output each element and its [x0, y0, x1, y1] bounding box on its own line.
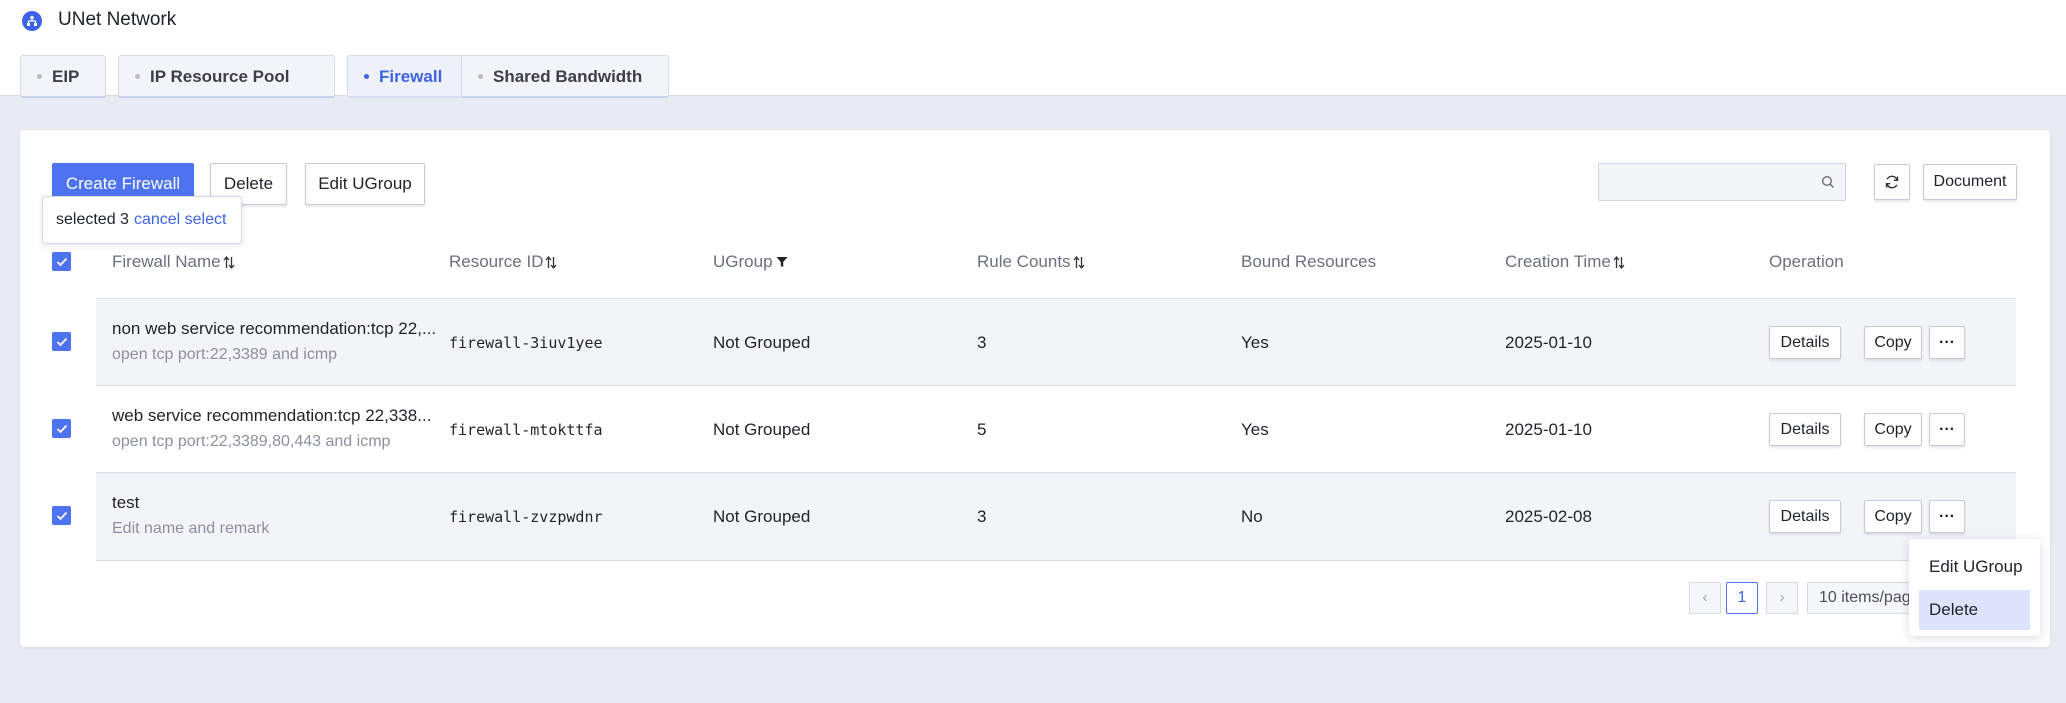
tab-label: Shared Bandwidth: [493, 66, 643, 86]
column-header-bound-resources: Bound Resources: [1241, 252, 1376, 272]
app-title: UNet Network: [58, 9, 177, 30]
firewall-name[interactable]: web service recommendation:tcp 22,338...: [112, 406, 431, 426]
details-button[interactable]: Details: [1769, 500, 1841, 533]
resource-id: firewall-3iuv1yee: [449, 334, 603, 352]
tab-label: EIP: [52, 66, 80, 86]
tab-eip[interactable]: EIP: [20, 55, 106, 98]
sort-icon[interactable]: [223, 255, 235, 270]
more-actions-button[interactable]: ···: [1929, 413, 1965, 446]
tab-shared-bandwidth[interactable]: Shared Bandwidth: [461, 55, 669, 98]
more-actions-button[interactable]: ···: [1929, 500, 1965, 533]
check-icon: [56, 511, 67, 520]
column-label: Bound Resources: [1241, 252, 1377, 271]
row-checkbox[interactable]: [52, 419, 71, 438]
page-size-select[interactable]: 10 items/page: [1807, 582, 1922, 614]
document-button[interactable]: Document: [1923, 164, 2017, 200]
row-checkbox[interactable]: [52, 506, 71, 525]
column-header-operation: Operation: [1769, 252, 1844, 272]
table-row: test Edit name and remark firewall-zvzpw…: [96, 472, 2016, 560]
refresh-icon: [1885, 175, 1899, 189]
column-header-firewall-name[interactable]: Firewall Name: [112, 252, 235, 272]
firewall-remark: open tcp port:22,3389,80,443 and icmp: [112, 433, 391, 450]
top-header: UNet Network EIP IP Resource Pool Firewa…: [0, 0, 2066, 98]
table-row: web service recommendation:tcp 22,338...…: [96, 385, 2016, 473]
menu-item-edit-ugroup[interactable]: Edit UGroup: [1919, 547, 2030, 587]
selection-tooltip: selected 3 cancel select: [42, 196, 242, 244]
column-header-creation-time[interactable]: Creation Time: [1505, 252, 1625, 272]
check-icon: [56, 337, 67, 346]
bound-resources-value: No: [1241, 507, 1263, 526]
creation-time-value: 2025-02-08: [1505, 507, 1592, 526]
bound-resources-value: Yes: [1241, 420, 1269, 439]
creation-time-value: 2025-01-10: [1505, 420, 1592, 439]
sort-icon[interactable]: [545, 255, 557, 270]
check-icon: [56, 257, 67, 266]
creation-time-value: 2025-01-10: [1505, 333, 1592, 352]
column-label: Creation Time: [1505, 252, 1611, 271]
page-1-button[interactable]: 1: [1726, 582, 1758, 614]
ugroup-value: Not Grouped: [713, 420, 811, 439]
tab-label: IP Resource Pool: [150, 66, 290, 86]
search-input[interactable]: [1599, 164, 1809, 200]
firewall-remark: Edit name and remark: [112, 520, 270, 537]
rule-counts-value: 5: [977, 420, 987, 439]
rule-counts-value: 3: [977, 507, 987, 526]
details-button[interactable]: Details: [1769, 326, 1841, 359]
table-row: non web service recommendation:tcp 22,..…: [96, 298, 2016, 386]
resource-id: firewall-mtokttfa: [449, 421, 603, 439]
copy-button[interactable]: Copy: [1864, 326, 1922, 359]
network-icon: [22, 11, 42, 31]
tab-firewall[interactable]: Firewall: [347, 55, 471, 98]
row-checkbox[interactable]: [52, 332, 71, 351]
refresh-button[interactable]: [1874, 164, 1910, 200]
edit-ugroup-button[interactable]: Edit UGroup: [305, 163, 425, 205]
bound-resources-value: Yes: [1241, 333, 1269, 352]
menu-item-delete[interactable]: Delete: [1919, 590, 2030, 630]
firewall-name[interactable]: non web service recommendation:tcp 22,..…: [112, 319, 436, 339]
rule-counts-value: 3: [977, 333, 987, 352]
tab-ip-resource-pool[interactable]: IP Resource Pool: [118, 55, 335, 98]
search-box[interactable]: [1598, 163, 1846, 201]
firewall-remark: open tcp port:22,3389 and icmp: [112, 346, 338, 363]
tab-label: Firewall: [379, 66, 443, 86]
prev-page-button[interactable]: ‹: [1689, 582, 1721, 614]
filter-icon[interactable]: [776, 256, 788, 268]
column-label: Rule Counts: [977, 252, 1071, 271]
search-icon[interactable]: [1821, 175, 1835, 189]
check-icon: [56, 424, 67, 433]
firewall-name[interactable]: test: [112, 493, 139, 513]
more-actions-menu: Edit UGroup Delete: [1909, 539, 2040, 636]
ugroup-value: Not Grouped: [713, 507, 811, 526]
column-label: Operation: [1769, 252, 1844, 271]
selected-count: selected 3: [56, 211, 129, 228]
tab-dot: [37, 74, 42, 79]
next-page-button[interactable]: ›: [1766, 582, 1798, 614]
column-label: Resource ID: [449, 252, 544, 271]
column-header-resource-id[interactable]: Resource ID: [449, 252, 557, 272]
tab-dot: [478, 74, 483, 79]
copy-button[interactable]: Copy: [1864, 500, 1922, 533]
more-actions-button[interactable]: ···: [1929, 326, 1965, 359]
details-button[interactable]: Details: [1769, 413, 1841, 446]
resource-id: firewall-zvzpwdnr: [449, 508, 603, 526]
column-label: UGroup: [713, 252, 773, 271]
column-label: Firewall Name: [112, 252, 221, 271]
column-header-rule-counts[interactable]: Rule Counts: [977, 252, 1085, 272]
tab-dot: [135, 74, 140, 79]
select-all-checkbox[interactable]: [52, 252, 71, 271]
copy-button[interactable]: Copy: [1864, 413, 1922, 446]
sort-icon[interactable]: [1613, 255, 1625, 270]
ugroup-value: Not Grouped: [713, 333, 811, 352]
tab-dot: [364, 74, 369, 79]
cancel-select-link[interactable]: cancel select: [134, 211, 227, 229]
firewall-card: Create Firewall Delete Edit UGroup Docum…: [20, 130, 2050, 647]
table-divider: [96, 560, 2016, 561]
sort-icon[interactable]: [1073, 255, 1085, 270]
column-header-ugroup[interactable]: UGroup: [713, 252, 788, 272]
